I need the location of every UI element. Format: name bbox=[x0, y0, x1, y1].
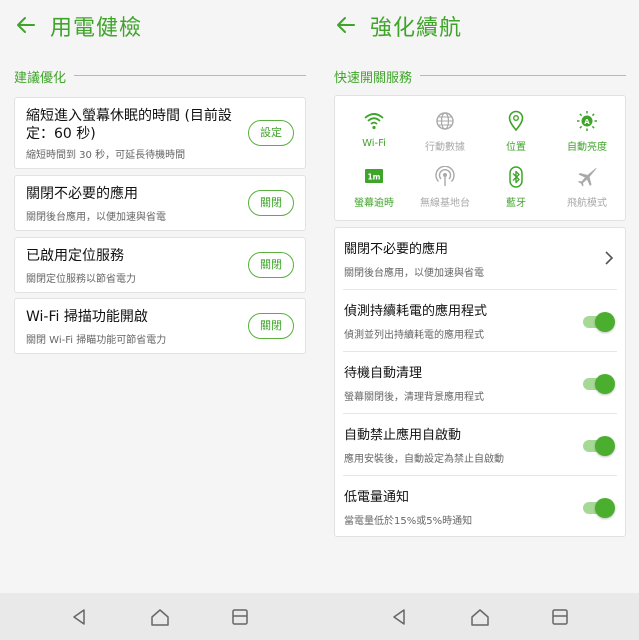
back-arrow-icon[interactable] bbox=[334, 13, 358, 37]
recents-nav-icon[interactable] bbox=[229, 606, 251, 628]
toggle-knob bbox=[595, 498, 615, 518]
location-pin-icon bbox=[508, 110, 524, 132]
back-arrow-icon[interactable] bbox=[14, 13, 38, 37]
low-battery-notify-toggle[interactable] bbox=[581, 498, 615, 518]
quick-toggle-airplane-mode[interactable]: 飛航模式 bbox=[552, 166, 622, 216]
close-apps-button[interactable]: 關閉 bbox=[248, 190, 294, 216]
top-bar: 用電健檢 bbox=[0, 0, 319, 52]
disable-wifi-scan-button[interactable]: 關閉 bbox=[248, 313, 294, 339]
card-desc: 關閉定位服務以節省電力 bbox=[26, 274, 136, 285]
card-desc: 縮短時間到 30 秒，可延長待機時間 bbox=[26, 150, 186, 161]
section-header: 快速開關服務 bbox=[334, 66, 626, 86]
quick-toggles-card: Wi-Fi 行動數據 位置 A 自動亮度 1m 螢幕逾時 無線基地台 藍牙 飛航… bbox=[334, 95, 626, 221]
quick-toggle-auto-brightness[interactable]: A 自動亮度 bbox=[552, 110, 622, 160]
settings-list-card: 關閉不必要的應用 關閉後台應用，以便加速與省電 偵測持續耗電的應用程式 偵測並列… bbox=[334, 227, 626, 537]
setting-desc: 當電量低於15%或5%時通知 bbox=[344, 516, 473, 527]
setting-desc: 偵測並列出持續耗電的應用程式 bbox=[344, 330, 484, 341]
globe-icon bbox=[436, 112, 454, 130]
svg-text:A: A bbox=[584, 118, 590, 126]
page-title: 強化續航 bbox=[370, 16, 463, 41]
setting-desc: 關閉後台應用，以便加速與省電 bbox=[344, 268, 484, 279]
setting-title: 關閉不必要的應用 bbox=[344, 242, 449, 257]
setting-row-detect-drain-apps: 偵測持續耗電的應用程式 偵測並列出持續耗電的應用程式 bbox=[335, 290, 625, 352]
quick-toggle-screen-timeout[interactable]: 1m 螢幕逾時 bbox=[339, 166, 409, 216]
screen-timeout-icon: 1m bbox=[365, 169, 383, 183]
home-nav-icon[interactable] bbox=[469, 606, 491, 628]
suggestion-card-close-apps: 關閉不必要的應用 關閉後台應用，以便加速與省電 關閉 bbox=[14, 175, 306, 231]
toggle-knob bbox=[595, 374, 615, 394]
suggestion-card-wifi-scan: Wi-Fi 掃描功能開啟 關閉 Wi-Fi 掃瞄功能可節省電力 關閉 bbox=[14, 298, 306, 354]
suggestion-card-location: 已啟用定位服務 關閉定位服務以節省電力 關閉 bbox=[14, 237, 306, 293]
auto-brightness-icon: A bbox=[577, 111, 597, 131]
section-label: 建議優化 bbox=[14, 67, 75, 86]
set-button[interactable]: 設定 bbox=[248, 120, 294, 146]
toggle-knob bbox=[595, 312, 615, 332]
quick-toggle-hotspot[interactable]: 無線基地台 bbox=[410, 166, 480, 216]
quick-toggle-label: 自動亮度 bbox=[567, 142, 607, 153]
section-label: 快速開關服務 bbox=[334, 67, 421, 86]
battery-checkup-screen: 用電健檢 建議優化 縮短進入螢幕休眠的時間 (目前設定：60 秒) 縮短時間到 … bbox=[0, 0, 319, 593]
quick-toggle-label: 藍牙 bbox=[506, 198, 526, 209]
wifi-icon bbox=[364, 113, 384, 130]
top-bar: 強化續航 bbox=[320, 0, 639, 52]
setting-title: 待機自動清理 bbox=[344, 366, 423, 381]
quick-toggle-label: 無線基地台 bbox=[420, 198, 470, 209]
disable-location-button[interactable]: 關閉 bbox=[248, 252, 294, 278]
setting-title: 自動禁止應用自啟動 bbox=[344, 428, 462, 443]
setting-row-close-apps[interactable]: 關閉不必要的應用 關閉後台應用，以便加速與省電 bbox=[335, 228, 625, 290]
page-title: 用電健檢 bbox=[50, 16, 143, 41]
setting-desc: 應用安裝後，自動設定為禁止自啟動 bbox=[344, 454, 504, 465]
screen-timeout-badge: 1m bbox=[367, 173, 380, 182]
setting-row-low-battery-notify: 低電量通知 當電量低於15%或5%時通知 bbox=[335, 476, 625, 538]
setting-title: 偵測持續耗電的應用程式 bbox=[344, 304, 488, 319]
card-desc: 關閉 Wi-Fi 掃瞄功能可節省電力 bbox=[26, 335, 167, 346]
card-title: 關閉不必要的應用 bbox=[26, 186, 138, 202]
hotspot-icon bbox=[435, 166, 455, 186]
section-header: 建議優化 bbox=[14, 66, 306, 86]
card-desc: 關閉後台應用，以便加速與省電 bbox=[26, 212, 166, 223]
suggestion-card-screen-timeout: 縮短進入螢幕休眠的時間 (目前設定：60 秒) 縮短時間到 30 秒，可延長待機… bbox=[14, 97, 306, 169]
bluetooth-icon bbox=[509, 166, 523, 188]
setting-desc: 螢幕關閉後，清理背景應用程式 bbox=[344, 392, 484, 403]
back-nav-icon[interactable] bbox=[69, 606, 91, 628]
quick-toggle-label: 行動數據 bbox=[425, 142, 465, 153]
toggle-knob bbox=[595, 436, 615, 456]
quick-toggle-label: 螢幕逾時 bbox=[354, 198, 394, 209]
chevron-right-icon[interactable] bbox=[603, 250, 615, 266]
block-autostart-toggle[interactable] bbox=[581, 436, 615, 456]
back-nav-icon[interactable] bbox=[389, 606, 411, 628]
enhance-battery-screen: 強化續航 快速開關服務 Wi-Fi 行動數據 位置 A 自動亮度 1m 螢幕逾時… bbox=[320, 0, 639, 593]
setting-row-block-autostart: 自動禁止應用自啟動 應用安裝後，自動設定為禁止自啟動 bbox=[335, 414, 625, 476]
home-nav-icon[interactable] bbox=[149, 606, 171, 628]
card-title: 縮短進入螢幕休眠的時間 (目前設定：60 秒) bbox=[26, 108, 232, 142]
quick-toggle-label: 飛航模式 bbox=[567, 198, 607, 209]
system-nav-bar bbox=[0, 593, 639, 640]
airplane-icon bbox=[578, 168, 597, 187]
standby-clean-toggle[interactable] bbox=[581, 374, 615, 394]
quick-toggle-wifi[interactable]: Wi-Fi bbox=[339, 110, 409, 160]
setting-title: 低電量通知 bbox=[344, 490, 410, 505]
quick-toggle-label: Wi-Fi bbox=[362, 138, 386, 149]
quick-toggle-location[interactable]: 位置 bbox=[481, 110, 551, 160]
quick-toggle-label: 位置 bbox=[506, 142, 526, 153]
card-title: Wi-Fi 掃描功能開啟 bbox=[26, 309, 148, 325]
detect-drain-apps-toggle[interactable] bbox=[581, 312, 615, 332]
setting-row-standby-clean: 待機自動清理 螢幕關閉後，清理背景應用程式 bbox=[335, 352, 625, 414]
card-title: 已啟用定位服務 bbox=[26, 248, 124, 264]
quick-toggle-bluetooth[interactable]: 藍牙 bbox=[481, 166, 551, 216]
quick-toggle-mobile-data[interactable]: 行動數據 bbox=[410, 110, 480, 160]
recents-nav-icon[interactable] bbox=[549, 606, 571, 628]
